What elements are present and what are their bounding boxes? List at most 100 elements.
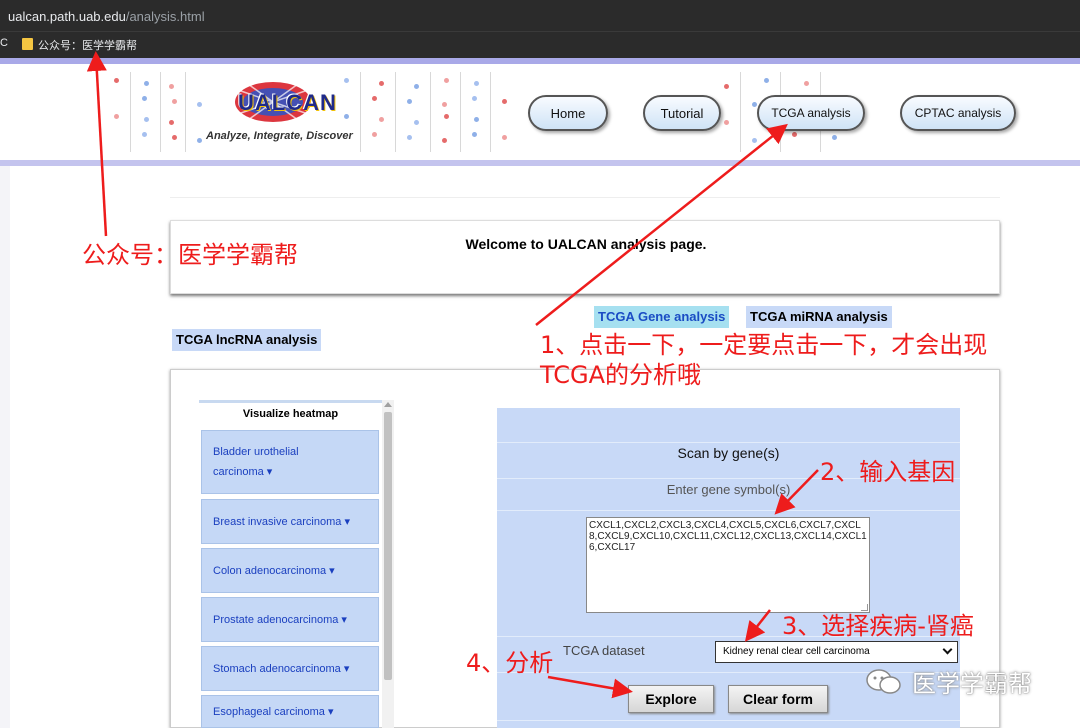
dna-dot xyxy=(472,132,477,137)
explore-button[interactable]: Explore xyxy=(628,685,714,713)
dna-dot xyxy=(764,78,769,83)
tab-tcga-mirna-analysis[interactable]: TCGA miRNA analysis xyxy=(746,306,892,328)
annotation-step2: 2、输入基因 xyxy=(820,458,956,486)
heatmap-item-label: Breast invasive carcinoma ▾ xyxy=(213,516,350,528)
dna-dot xyxy=(472,96,477,101)
nav-tutorial-button[interactable]: Tutorial xyxy=(643,95,721,131)
tab-tcga-lncrna-analysis[interactable]: TCGA lncRNA analysis xyxy=(172,329,322,351)
heatmap-item-prostate[interactable]: Prostate adenocarcinoma ▾ xyxy=(201,597,379,642)
form-divider xyxy=(497,720,960,721)
heatmap-item-breast[interactable]: Breast invasive carcinoma ▾ xyxy=(201,499,379,544)
dna-strand xyxy=(490,72,491,152)
dna-dot xyxy=(752,102,757,107)
dna-dot xyxy=(474,81,479,86)
heatmap-item-colon[interactable]: Colon adenocarcinoma ▾ xyxy=(201,548,379,593)
nav-cptac-analysis-button[interactable]: CPTAC analysis xyxy=(900,95,1016,131)
heatmap-title: Visualize heatmap xyxy=(199,400,382,426)
url-host: ualcan.path.uab.edu xyxy=(8,9,126,24)
dna-dot xyxy=(502,99,507,104)
wechat-icon xyxy=(866,669,901,694)
form-divider xyxy=(497,510,960,511)
form-divider xyxy=(497,442,960,443)
dna-strand xyxy=(430,72,431,152)
logo-tagline: Analyze, Integrate, Discover xyxy=(206,130,353,142)
tcga-dataset-label: TCGA dataset xyxy=(563,643,645,658)
dna-dot xyxy=(172,135,177,140)
annotation-step3: 3、选择疾病-肾癌 xyxy=(782,612,974,640)
dna-dot xyxy=(407,99,412,104)
nav-tcga-analysis-button[interactable]: TCGA analysis xyxy=(757,95,865,131)
dna-dot xyxy=(752,138,757,143)
heatmap-item-esophageal[interactable]: Esophageal carcinoma ▾ xyxy=(201,695,379,728)
dna-dot xyxy=(372,96,377,101)
dna-dot xyxy=(144,117,149,122)
dna-dot xyxy=(372,132,377,137)
dna-dot xyxy=(344,78,349,83)
dna-strand xyxy=(740,72,741,152)
dna-dot xyxy=(144,81,149,86)
heatmap-item-stomach[interactable]: Stomach adenocarcinoma ▾ xyxy=(201,646,379,691)
bookmark-c[interactable]: C xyxy=(0,37,8,49)
resize-handle-icon[interactable] xyxy=(861,604,868,611)
divider xyxy=(170,197,1000,198)
dna-strand xyxy=(130,72,131,152)
dna-dot xyxy=(832,135,837,140)
dna-dot xyxy=(197,102,202,107)
dna-dot xyxy=(172,99,177,104)
dna-dot xyxy=(169,84,174,89)
dna-dot xyxy=(724,84,729,89)
dna-dot xyxy=(804,81,809,86)
address-bar[interactable]: ualcan.path.uab.edu/analysis.html xyxy=(0,0,1080,32)
url-path: /analysis.html xyxy=(125,9,205,24)
clear-form-button[interactable]: Clear form xyxy=(728,685,828,713)
dna-dot xyxy=(142,132,147,137)
heatmap-item-label: Prostate adenocarcinoma ▾ xyxy=(213,614,347,626)
dna-strand xyxy=(185,72,186,152)
dna-dot xyxy=(344,114,349,119)
heatmap-item-label: Stomach adenocarcinoma ▾ xyxy=(213,663,350,675)
dna-dot xyxy=(502,135,507,140)
logo-text: UALCAN xyxy=(238,90,337,115)
banner-bottom-strip xyxy=(0,160,1080,166)
tcga-dataset-select[interactable]: Kidney renal clear cell carcinoma xyxy=(715,641,958,663)
heatmap-item-bladder[interactable]: Bladder urothelial carcinoma ▾ xyxy=(201,430,379,494)
dna-strand xyxy=(160,72,161,152)
site-banner: UALCAN Analyze, Integrate, Discover Home… xyxy=(0,64,1080,160)
url-text[interactable]: ualcan.path.uab.edu/analysis.html xyxy=(8,9,205,24)
heatmap-scroll-thumb[interactable] xyxy=(384,412,392,680)
annotation-step4: 4、分析 xyxy=(466,649,554,677)
dna-dot xyxy=(474,117,479,122)
dna-dot xyxy=(444,114,449,119)
dna-strand xyxy=(395,72,396,152)
dna-dot xyxy=(379,81,384,86)
tab-tcga-gene-analysis[interactable]: TCGA Gene analysis xyxy=(594,306,730,328)
gene-symbols-textarea[interactable]: CXCL1,CXCL2,CXCL3,CXCL4,CXCL5,CXCL6,CXCL… xyxy=(586,517,870,613)
heatmap-item-label: Colon adenocarcinoma ▾ xyxy=(213,565,335,577)
dna-dot xyxy=(114,114,119,119)
dna-dot xyxy=(442,102,447,107)
dna-dot xyxy=(407,135,412,140)
bookmarks-bar: C 公众号：医学学霸帮 xyxy=(0,32,1080,58)
dna-dot xyxy=(414,120,419,125)
dna-dot xyxy=(169,120,174,125)
annotation-step1: 1、点击一下，一定要点击一下，才会出现 TCGA的分析哦 xyxy=(540,330,1080,390)
heatmap-item-label: Esophageal carcinoma ▾ xyxy=(213,706,334,718)
dna-dot xyxy=(114,78,119,83)
dna-dot xyxy=(442,138,447,143)
browser-chrome: ualcan.path.uab.edu/analysis.html C 公众号：… xyxy=(0,0,1080,58)
bookmark-folder-label[interactable]: 公众号：医学学霸帮 xyxy=(38,37,137,53)
scroll-up-arrow-icon[interactable] xyxy=(384,402,392,407)
watermark-text: 医学学霸帮 xyxy=(912,670,1032,698)
folder-icon xyxy=(22,38,33,50)
annotation-step1-line2: TCGA的分析哦 xyxy=(540,361,702,389)
dna-dot xyxy=(414,84,419,89)
dna-strand xyxy=(460,72,461,152)
annotation-account: 公众号：医学学霸帮 xyxy=(82,241,298,269)
dna-dot xyxy=(379,117,384,122)
annotation-step1-line1: 1、点击一下，一定要点击一下，才会出现 xyxy=(540,331,988,359)
nav-home-button[interactable]: Home xyxy=(528,95,608,131)
dna-dot xyxy=(444,78,449,83)
heatmap-item-label: Bladder urothelial carcinoma ▾ xyxy=(213,446,299,478)
dna-dot xyxy=(724,120,729,125)
dna-strand xyxy=(360,72,361,152)
